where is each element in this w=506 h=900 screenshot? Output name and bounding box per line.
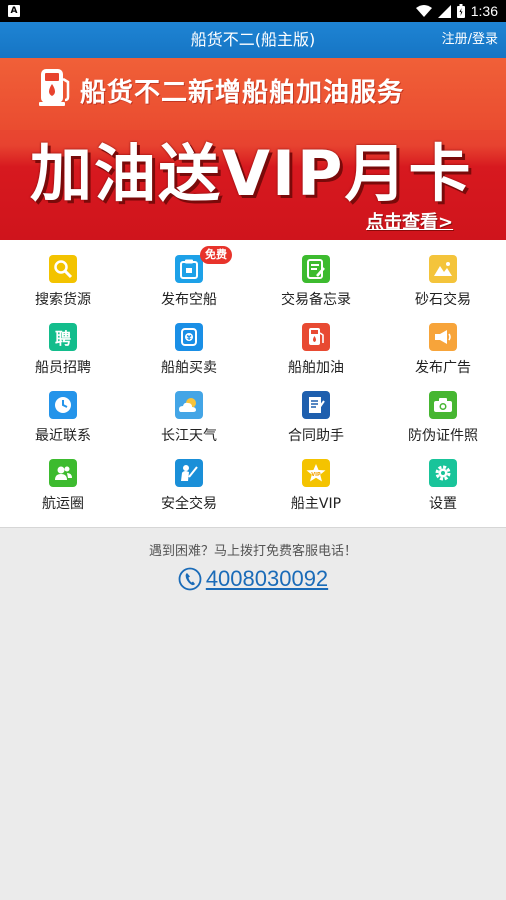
menu-item-id-photo[interactable]: 防伪证件照 (380, 376, 506, 444)
svg-text:¥: ¥ (187, 334, 192, 342)
fuel-pump-icon (302, 323, 330, 351)
menu-item-ship-trade[interactable]: ¥ 船舶买卖 (126, 308, 252, 376)
login-register-link[interactable]: 注册/登录 (442, 22, 498, 58)
wifi-icon (415, 4, 432, 17)
banner-cta-link[interactable]: 点击查看> (366, 208, 453, 234)
promo-banner[interactable]: 船货不二新增船舶加油服务 加油送VIP月卡 点击查看> (0, 58, 506, 240)
menu-item-label: 安全交易 (161, 496, 217, 512)
notification-icon: A (8, 5, 20, 17)
menu-item-owner-vip[interactable]: VIP 船主VIP (253, 444, 379, 512)
clock-time: 1:36 (470, 3, 498, 19)
menu-item-label: 发布广告 (415, 360, 471, 376)
page-title: 船货不二(船主版) (190, 30, 316, 49)
menu-item-yangtze-weather[interactable]: 长江天气 (126, 376, 252, 444)
menu-item-shipping-circle[interactable]: 航运圈 (0, 444, 126, 512)
trade-icon: ¥ (175, 323, 203, 351)
clipboard-icon (175, 255, 203, 283)
fuel-pump-icon (39, 69, 70, 106)
group-icon (49, 459, 77, 487)
support-phone-link[interactable]: 4008030092 (0, 566, 506, 592)
app-bar: 船货不二(船主版) 注册/登录 (0, 22, 506, 58)
menu-item-recent-contacts[interactable]: 最近联系 (0, 376, 126, 444)
support-phone-number[interactable]: 4008030092 (206, 566, 328, 591)
banner-subtitle: 船货不二新增船舶加油服务 (80, 78, 405, 108)
weather-icon (175, 391, 203, 419)
recruit-icon: 聘 (49, 323, 77, 351)
function-grid: 搜索货源 免费 发布空船 交易备忘录 砂石交易 聘 船员招聘 ¥ 船舶买卖 船舶… (0, 240, 506, 528)
support-prompt: 遇到困难？马上拨打免费客服电话！ (148, 544, 357, 559)
menu-item-post-ad[interactable]: 发布广告 (380, 308, 506, 376)
menu-item-label: 合同助手 (288, 428, 344, 444)
menu-item-label: 船员招聘 (35, 360, 91, 376)
menu-item-post-empty-ship[interactable]: 免费 发布空船 (126, 240, 252, 308)
clock-icon (49, 391, 77, 419)
phone-icon (178, 567, 202, 591)
search-icon (49, 255, 77, 283)
menu-item-crew-recruit[interactable]: 聘 船员招聘 (0, 308, 126, 376)
menu-item-label: 船舶加油 (288, 360, 344, 376)
vip-star-icon: VIP (302, 459, 330, 487)
menu-item-label: 设置 (429, 496, 457, 512)
contract-icon (302, 391, 330, 419)
menu-item-label: 交易备忘录 (281, 292, 351, 308)
menu-item-label: 砂石交易 (415, 292, 471, 308)
menu-item-label: 长江天气 (161, 428, 217, 444)
menu-item-safe-trade[interactable]: 安全交易 (126, 444, 252, 512)
svg-text:VIP: VIP (311, 472, 321, 478)
menu-item-label: 发布空船 (161, 292, 217, 308)
menu-item-label: 船主VIP (290, 496, 342, 512)
menu-item-search-cargo[interactable]: 搜索货源 (0, 240, 126, 308)
menu-item-sand-trade[interactable]: 砂石交易 (380, 240, 506, 308)
menu-item-ship-refuel[interactable]: 船舶加油 (253, 308, 379, 376)
megaphone-icon (429, 323, 457, 351)
handshake-icon (175, 459, 203, 487)
menu-item-label: 最近联系 (35, 428, 91, 444)
mountain-icon (429, 255, 457, 283)
menu-item-label: 搜索货源 (35, 292, 91, 308)
camera-icon (429, 391, 457, 419)
menu-item-label: 航运圈 (42, 496, 84, 512)
status-bar: A 1:36 (0, 0, 506, 22)
menu-item-label: 船舶买卖 (161, 360, 217, 376)
notes-icon (302, 255, 330, 283)
menu-item-contract-assistant[interactable]: 合同助手 (253, 376, 379, 444)
gear-icon (429, 459, 457, 487)
banner-headline: 加油送VIP月卡 (30, 137, 473, 210)
menu-item-trade-memo[interactable]: 交易备忘录 (253, 240, 379, 308)
battery-icon (456, 4, 465, 18)
free-badge: 免费 (200, 246, 232, 264)
menu-item-label: 防伪证件照 (408, 428, 478, 444)
menu-item-settings[interactable]: 设置 (380, 444, 506, 512)
signal-icon (437, 4, 451, 18)
